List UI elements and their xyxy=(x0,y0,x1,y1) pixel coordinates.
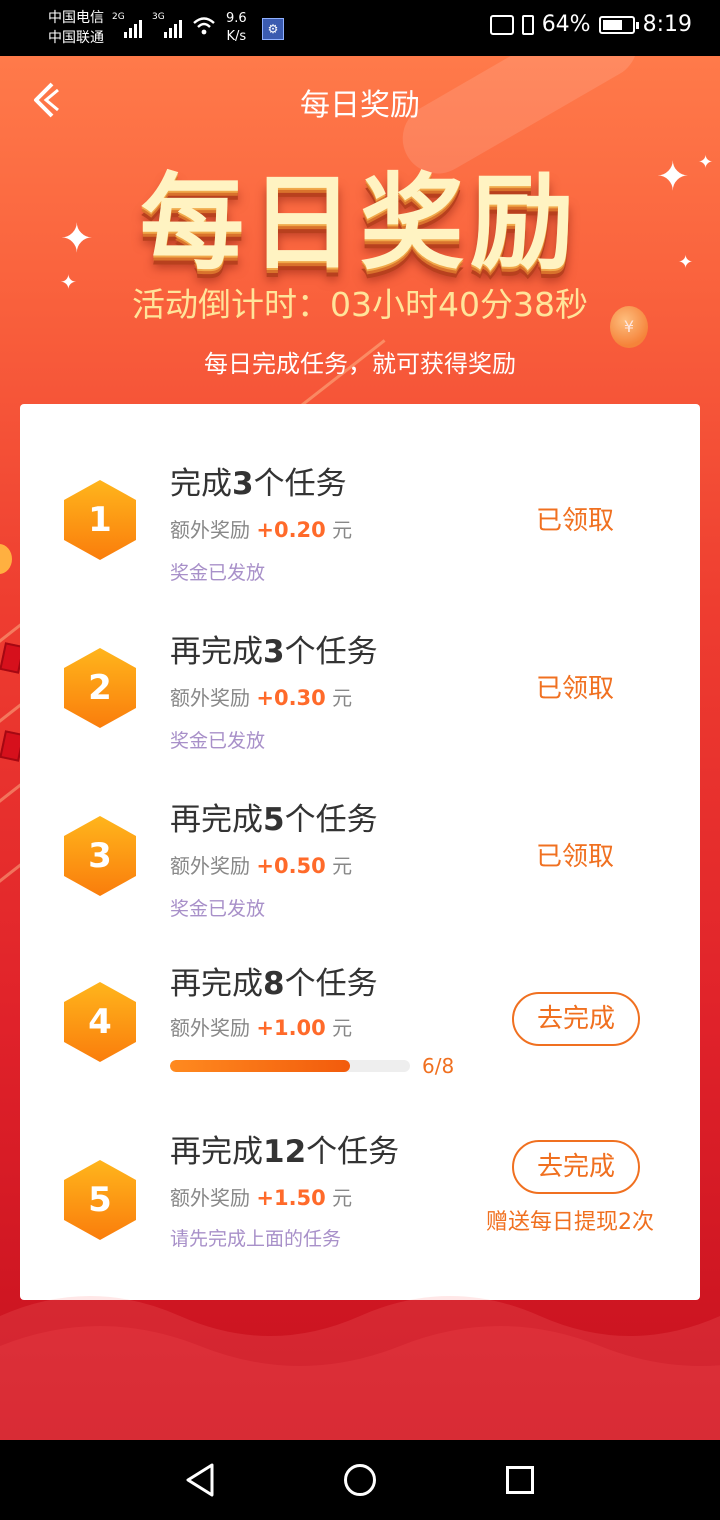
reward-label: 额外奖励 xyxy=(170,518,250,542)
task-reward: 额外奖励 +1.00 元 xyxy=(170,1012,352,1041)
task-progress-text: 6/8 xyxy=(422,1054,455,1078)
task-status: 奖金已发放 xyxy=(170,898,266,920)
task-title: 再完成3个任务 xyxy=(170,626,378,671)
reward-label: 额外奖励 xyxy=(170,1016,250,1040)
task-count: 3 xyxy=(263,634,285,670)
network-type-1: 2G xyxy=(112,12,125,22)
reward-label: 额外奖励 xyxy=(170,1186,250,1210)
claimed-label: 已领取 xyxy=(536,506,615,536)
square-recent-icon[interactable] xyxy=(506,1466,534,1494)
speed-value: 9.6 xyxy=(226,11,247,26)
task-item-5: 5 再完成12个任务 额外奖励 +1.50 元 请先完成上面的任务 去完成 赠送… xyxy=(20,1114,700,1282)
task-number-badge: 3 xyxy=(64,816,136,896)
reward-label: 额外奖励 xyxy=(170,854,250,878)
task-title-prefix: 再完成 xyxy=(170,634,263,670)
task-title: 再完成5个任务 xyxy=(170,794,378,839)
triangle-back-icon[interactable] xyxy=(184,1462,216,1498)
reward-unit: 元 xyxy=(332,518,353,542)
circle-home-icon[interactable] xyxy=(344,1464,376,1496)
task-count: 8 xyxy=(263,966,285,1002)
claimed-label: 已领取 xyxy=(536,674,615,704)
notification-app-icon: ⚙ xyxy=(262,18,284,40)
network-speed: 9.6 K/s xyxy=(226,10,247,46)
task-title-suffix: 个任务 xyxy=(306,1134,400,1170)
task-title-suffix: 个任务 xyxy=(284,634,378,670)
cast-icon xyxy=(489,14,514,35)
task-count: 5 xyxy=(263,802,285,838)
reward-unit: 元 xyxy=(332,1186,353,1210)
vibrate-icon xyxy=(521,14,534,35)
task-count: 3 xyxy=(232,466,254,502)
page-title: 每日奖励 xyxy=(300,88,420,123)
hero-subtitle: 每日完成任务，就可获得奖励 xyxy=(204,350,516,378)
task-card: 1 完成3个任务 额外奖励 +0.20 元 奖金已发放 已领取 2 再完成3个任… xyxy=(20,404,700,1300)
task-reward: 额外奖励 +1.50 元 xyxy=(170,1182,352,1211)
task-title: 再完成12个任务 xyxy=(170,1126,399,1171)
go-complete-button[interactable]: 去完成 xyxy=(512,992,640,1046)
task-title-prefix: 再完成 xyxy=(170,966,263,1002)
task-title: 完成3个任务 xyxy=(170,458,347,503)
sparkle-icon: ✦ xyxy=(678,252,694,273)
task-status: 请先完成上面的任务 xyxy=(170,1228,342,1250)
reward-amount: +1.00 xyxy=(256,1016,326,1040)
wifi-icon xyxy=(193,17,215,35)
task-title-suffix: 个任务 xyxy=(284,802,378,838)
reward-unit: 元 xyxy=(332,854,353,878)
carrier-2: 中国联通 xyxy=(48,30,104,46)
decor-waves xyxy=(0,1296,720,1440)
reward-unit: 元 xyxy=(332,1016,353,1040)
task-title: 再完成8个任务 xyxy=(170,958,378,1003)
battery-percent: 64% xyxy=(541,12,591,37)
speed-unit: K/s xyxy=(226,29,247,44)
bonus-note: 赠送每日提现2次 xyxy=(486,1210,654,1235)
task-reward: 额外奖励 +0.50 元 xyxy=(170,850,352,879)
task-progress-bar xyxy=(170,1060,410,1072)
task-number-badge: 1 xyxy=(64,480,136,560)
task-number-badge: 4 xyxy=(64,982,136,1062)
sparkle-icon: ✦ xyxy=(656,154,690,200)
task-status: 奖金已发放 xyxy=(170,730,266,752)
status-right: 64% 8:19 xyxy=(489,12,692,37)
battery-icon xyxy=(598,15,639,34)
go-complete-button[interactable]: 去完成 xyxy=(512,1140,640,1194)
clock: 8:19 xyxy=(642,12,692,37)
task-number-badge: 2 xyxy=(64,648,136,728)
task-status: 奖金已发放 xyxy=(170,562,266,584)
task-title-suffix: 个任务 xyxy=(253,466,347,502)
nav-header: 每日奖励 xyxy=(0,56,720,144)
hero-title: 每日奖励 xyxy=(139,162,580,284)
reward-amount: +0.20 xyxy=(256,518,326,542)
task-progress-fill xyxy=(170,1060,350,1072)
task-title-suffix: 个任务 xyxy=(284,966,378,1002)
reward-amount: +0.30 xyxy=(256,686,326,710)
sparkle-icon: ✦ xyxy=(60,216,94,262)
task-item-2: 2 再完成3个任务 额外奖励 +0.30 元 奖金已发放 已领取 xyxy=(20,612,700,780)
network-type-2: 3G xyxy=(152,12,165,22)
system-nav-bar xyxy=(0,1440,720,1520)
signal-2-icon: 3G xyxy=(152,12,182,38)
sparkle-icon: ✦ xyxy=(698,152,714,173)
carrier-1: 中国电信 xyxy=(48,10,104,26)
main-screen: 每日奖励 每日奖励 ✦ ✦ ✦ ✦ ✦ ¥ 活动倒计时：03小时40分38秒 每… xyxy=(0,56,720,1440)
task-number-badge: 5 xyxy=(64,1160,136,1240)
coin-icon xyxy=(0,544,12,574)
task-count: 12 xyxy=(263,1134,307,1170)
task-item-1: 1 完成3个任务 额外奖励 +0.20 元 奖金已发放 已领取 xyxy=(20,444,700,612)
task-reward: 额外奖励 +0.30 元 xyxy=(170,682,352,711)
signal-1-icon: 2G xyxy=(112,12,142,38)
carrier-info: 中国电信 中国联通 xyxy=(48,8,104,48)
countdown-timer: 活动倒计时：03小时40分38秒 xyxy=(132,285,588,324)
reward-amount: +1.50 xyxy=(256,1186,326,1210)
status-bar: 中国电信 中国联通 2G 3G 9.6 K/s ⚙ 64% 8:19 xyxy=(0,0,720,56)
claimed-label: 已领取 xyxy=(536,842,615,872)
task-item-3: 3 再完成5个任务 额外奖励 +0.50 元 奖金已发放 已领取 xyxy=(20,780,700,948)
reward-label: 额外奖励 xyxy=(170,686,250,710)
task-title-prefix: 再完成 xyxy=(170,1134,263,1170)
reward-unit: 元 xyxy=(332,686,353,710)
task-reward: 额外奖励 +0.20 元 xyxy=(170,514,352,543)
task-item-4: 4 再完成8个任务 额外奖励 +1.00 元 6/8 去完成 xyxy=(20,948,700,1116)
task-title-prefix: 再完成 xyxy=(170,802,263,838)
reward-amount: +0.50 xyxy=(256,854,326,878)
task-title-prefix: 完成 xyxy=(170,466,232,502)
